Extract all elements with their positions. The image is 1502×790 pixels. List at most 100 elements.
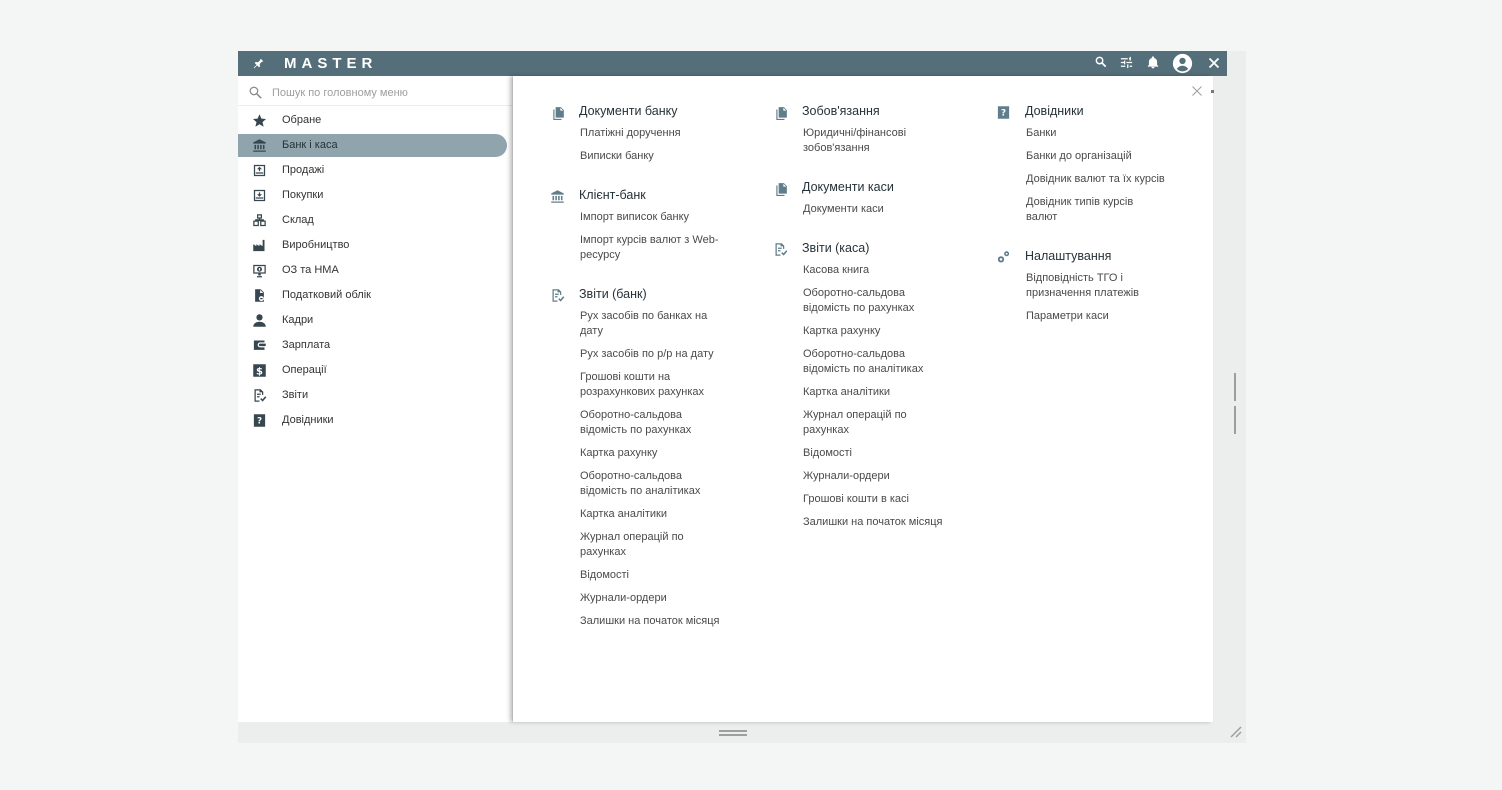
svg-text:?: ? bbox=[1001, 109, 1006, 119]
search-input[interactable] bbox=[272, 84, 502, 102]
report-icon bbox=[252, 388, 267, 403]
sidebar-item-label: Довідники bbox=[282, 414, 334, 426]
menu-link[interactable]: Імпорт виписок банку bbox=[580, 210, 730, 225]
sidebar-item[interactable]: Покупки bbox=[238, 184, 512, 207]
menu-link[interactable]: Оборотно-сальдова відомість по рахунках bbox=[580, 408, 730, 438]
sidebar-item[interactable]: Виробництво bbox=[238, 234, 512, 257]
sidebar-item[interactable]: Склад bbox=[238, 209, 512, 232]
star-icon bbox=[252, 113, 267, 128]
search-icon[interactable] bbox=[1094, 55, 1108, 69]
group-title: Звіти (банк) bbox=[579, 287, 647, 301]
bottom-resize-handle[interactable] bbox=[719, 730, 747, 737]
sidebar-item-label: Склад bbox=[282, 214, 314, 226]
brand-title: MASTER bbox=[284, 55, 378, 72]
menu-link[interactable]: Оборотно-сальдова відомість по аналітика… bbox=[803, 347, 953, 377]
menu-link[interactable]: Журнали-ордери bbox=[580, 591, 730, 606]
bank-icon bbox=[550, 189, 565, 204]
menu-link[interactable]: Виписки банку bbox=[580, 149, 730, 164]
bank-icon bbox=[252, 138, 267, 153]
menu-link[interactable]: Довідник валют та їх курсів bbox=[1026, 172, 1166, 187]
svg-text:$: $ bbox=[256, 366, 263, 377]
menu-link[interactable]: Журнал операцій по рахунках bbox=[580, 530, 730, 560]
scroll-indicator bbox=[1211, 90, 1214, 93]
submenu-panel: Документи банку Платіжні доручення Виписки… bbox=[513, 76, 1214, 722]
sidebar-item-label: Продажі bbox=[282, 164, 325, 176]
menu-link[interactable]: Картка аналітики bbox=[580, 507, 730, 522]
sidebar-item[interactable]: ? Довідники bbox=[238, 409, 512, 432]
sidebar-item[interactable]: Звіти bbox=[238, 384, 512, 407]
menu-link[interactable]: Рух засобів по р/р на дату bbox=[580, 347, 730, 362]
sidebar-item-label: Звіти bbox=[282, 389, 309, 401]
menu-link[interactable]: Юридичні/фінансові зобов'язання bbox=[803, 126, 953, 156]
menu-link[interactable]: Платіжні доручення bbox=[580, 126, 730, 141]
sidebar-item-label: Операції bbox=[282, 364, 327, 376]
group-title: Клієнт-банк bbox=[579, 188, 646, 202]
menu-link[interactable]: Оборотно-сальдова відомість по аналітика… bbox=[580, 469, 730, 499]
sidebar-item[interactable]: Кадри bbox=[238, 309, 512, 332]
menu-link[interactable]: Журнали-ордери bbox=[803, 469, 953, 484]
menu-link[interactable]: Картка рахунку bbox=[803, 324, 953, 339]
menu-link[interactable]: Імпорт курсів валют з Web-ресурсу bbox=[580, 233, 730, 263]
sidebar-item-label: Покупки bbox=[282, 189, 324, 201]
tune-icon[interactable] bbox=[1119, 55, 1134, 70]
menu-link[interactable]: Довідник типів курсів валют bbox=[1026, 195, 1166, 225]
close-icon[interactable] bbox=[1208, 57, 1220, 69]
assets-icon bbox=[252, 263, 267, 278]
sidebar: Обране Банк і каса Продажі Покупки Склад Виро… bbox=[238, 76, 512, 722]
sidebar-item[interactable]: Продажі bbox=[238, 159, 512, 182]
bell-icon[interactable] bbox=[1146, 55, 1160, 70]
person-icon bbox=[252, 313, 267, 328]
pin-icon[interactable] bbox=[252, 57, 265, 75]
menu-search bbox=[238, 80, 512, 106]
sidebar-item-label: Зарплата bbox=[282, 339, 331, 351]
main-menu-window: MASTER Обране Банк і каса Продажі Покупки Ск… bbox=[238, 51, 1246, 743]
menu-link[interactable]: Відомості bbox=[580, 568, 730, 583]
group-title: Довідники bbox=[1025, 104, 1084, 118]
menu-link[interactable]: Оборотно-сальдова відомість по рахунках bbox=[803, 286, 953, 316]
report-icon bbox=[550, 288, 565, 303]
menu-link[interactable]: Документи каси bbox=[803, 202, 953, 217]
sidebar-item[interactable]: $ Операції bbox=[238, 359, 512, 382]
help-book-icon: ? bbox=[996, 105, 1011, 120]
menu-link[interactable]: Грошові кошти на розрахункових рахунках bbox=[580, 370, 730, 400]
warehouse-icon bbox=[252, 213, 267, 228]
menu-link[interactable]: Залишки на початок місяця bbox=[803, 515, 953, 530]
menu-link[interactable]: Картка аналітики bbox=[803, 385, 953, 400]
menu-link[interactable]: Касова книга bbox=[803, 263, 953, 278]
side-resize-handle[interactable] bbox=[1234, 373, 1241, 434]
sidebar-item-label: Податковий облік bbox=[282, 289, 371, 301]
resize-grip-icon[interactable] bbox=[1228, 724, 1242, 743]
sidebar-item[interactable]: Податковий облік bbox=[238, 284, 512, 307]
sidebar-item[interactable]: Зарплата bbox=[238, 334, 512, 357]
close-submenu-icon[interactable] bbox=[1191, 84, 1203, 102]
dollar-icon: $ bbox=[252, 363, 267, 378]
documents-icon bbox=[773, 181, 788, 196]
help-book-icon: ? bbox=[252, 413, 267, 428]
menu-link[interactable]: Залишки на початок місяця bbox=[580, 614, 730, 629]
menu-link[interactable]: Відповідність ТГО і призначення платежів bbox=[1026, 271, 1166, 301]
documents-icon bbox=[550, 105, 565, 120]
menu-link[interactable]: Відомості bbox=[803, 446, 953, 461]
settings-gears-icon bbox=[996, 250, 1011, 265]
documents-icon bbox=[773, 105, 788, 120]
menu-link[interactable]: Журнал операцій по рахунках bbox=[803, 408, 953, 438]
tax-icon bbox=[252, 288, 267, 303]
menu-link[interactable]: Банки до організацій bbox=[1026, 149, 1166, 164]
group-title: Звіти (каса) bbox=[802, 241, 870, 255]
search-icon bbox=[248, 85, 263, 105]
sidebar-item[interactable]: Банк і каса bbox=[238, 134, 507, 157]
menu-link[interactable]: Рух засобів по банках на дату bbox=[580, 309, 730, 339]
menu-link[interactable]: Грошові кошти в касі bbox=[803, 492, 953, 507]
menu-link[interactable]: Банки bbox=[1026, 126, 1166, 141]
account-circle-icon[interactable] bbox=[1172, 53, 1193, 74]
sidebar-item-label: Банк і каса bbox=[282, 139, 338, 151]
sidebar-item-label: Виробництво bbox=[282, 239, 350, 251]
sidebar-item-label: Кадри bbox=[282, 314, 314, 326]
menu-link[interactable]: Параметри каси bbox=[1026, 309, 1166, 324]
svg-text:?: ? bbox=[257, 417, 262, 427]
factory-icon bbox=[252, 238, 267, 253]
sidebar-item[interactable]: Обране bbox=[238, 109, 512, 132]
menu-link[interactable]: Картка рахунку bbox=[580, 446, 730, 461]
sidebar-item[interactable]: ОЗ та НМА bbox=[238, 259, 512, 282]
group-title: Зобов'язання bbox=[802, 104, 880, 118]
